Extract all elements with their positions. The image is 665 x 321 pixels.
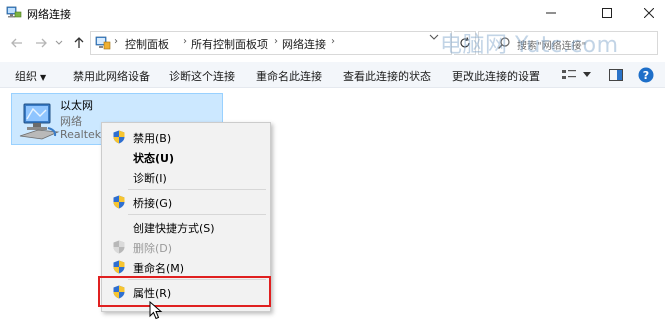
- change-settings-button[interactable]: 更改此连接的设置: [452, 68, 540, 84]
- control-panel-icon: [95, 36, 111, 50]
- organize-menu[interactable]: 组织 ▼: [15, 68, 46, 84]
- breadcrumb-all-items[interactable]: 所有控制面板项: [191, 36, 268, 52]
- breadcrumb-separator[interactable]: ›: [274, 36, 278, 47]
- breadcrumb-control-panel[interactable]: 控制面板: [125, 36, 169, 52]
- forward-button[interactable]: [32, 34, 50, 52]
- chevron-down-icon: [55, 40, 63, 45]
- view-grid-icon: [562, 70, 576, 79]
- search-placeholder: 搜索"网络连接": [517, 41, 587, 52]
- menu-item-label: 重命名(M): [133, 262, 185, 275]
- menu-item-create-shortcut[interactable]: 创建快捷方式(S): [104, 217, 268, 237]
- refresh-icon: [460, 37, 470, 48]
- arrow-left-icon: [11, 38, 22, 48]
- maximize-button[interactable]: [584, 0, 630, 26]
- help-icon[interactable]: ?: [637, 66, 655, 84]
- menu-item-delete[interactable]: 删除(D): [104, 237, 268, 257]
- menu-item-bridge[interactable]: 桥接(G): [104, 192, 268, 212]
- menu-item-status[interactable]: 状态(U): [104, 147, 268, 167]
- menu-separator: [128, 214, 266, 215]
- arrow-up-icon: [74, 37, 84, 48]
- rename-connection-button[interactable]: 重命名此连接: [256, 68, 322, 84]
- search-input[interactable]: 搜索"网络连接": [478, 31, 658, 55]
- connection-device: Realtek: [60, 128, 102, 141]
- menu-item-label: 桥接(G): [133, 197, 173, 210]
- shield-icon: [113, 130, 125, 144]
- menu-item-disable[interactable]: 禁用(B): [104, 127, 268, 147]
- address-row: › 控制面板 › 所有控制面板项 › 网络连接 › 搜索"网络连接": [0, 26, 665, 60]
- menu-item-diagnose[interactable]: 诊断(I): [104, 167, 268, 187]
- organize-label: 组织: [15, 70, 37, 83]
- shield-icon: [113, 240, 125, 254]
- network-connections-icon: [6, 6, 22, 18]
- up-button[interactable]: [70, 34, 88, 52]
- menu-item-label: 禁用(B): [133, 132, 172, 145]
- chevron-down-icon: [583, 72, 591, 77]
- preview-pane-icon[interactable]: [608, 67, 624, 83]
- window-title: 网络连接: [27, 8, 71, 21]
- minimize-icon: [546, 12, 556, 14]
- title-bar: 网络连接: [0, 0, 665, 26]
- search-icon: [498, 37, 510, 49]
- recent-locations-button[interactable]: [53, 34, 65, 52]
- shield-icon: [113, 195, 125, 209]
- menu-item-label: 诊断(I): [133, 172, 167, 185]
- back-button[interactable]: [8, 34, 26, 52]
- menu-item-label: 创建快捷方式(S): [133, 222, 215, 235]
- diagnose-connection-button[interactable]: 诊断这个连接: [169, 68, 235, 84]
- close-button[interactable]: [626, 0, 665, 26]
- svg-text:?: ?: [643, 69, 649, 82]
- connection-status: 网络: [60, 115, 82, 128]
- breadcrumb-network-connections[interactable]: 网络连接: [282, 36, 326, 52]
- minimize-button[interactable]: [528, 0, 574, 26]
- menu-item-label: 状态(U): [133, 152, 174, 165]
- menu-item-label: 删除(D): [133, 242, 173, 255]
- chevron-down-icon: ▼: [40, 73, 47, 82]
- breadcrumb-separator[interactable]: ›: [114, 36, 118, 47]
- view-status-button[interactable]: 查看此连接的状态: [343, 68, 431, 84]
- shield-icon: [113, 260, 125, 274]
- connection-name: 以太网: [60, 99, 93, 112]
- properties-highlight-box: [98, 276, 271, 307]
- menu-separator: [128, 189, 266, 190]
- menu-item-rename[interactable]: 重命名(M): [104, 257, 268, 277]
- maximize-icon: [602, 8, 612, 18]
- ethernet-adapter-icon: [19, 103, 60, 140]
- command-bar: 组织 ▼ 禁用此网络设备 诊断这个连接 重命名此连接 查看此连接的状态 更改此连接…: [0, 62, 665, 88]
- address-bar[interactable]: › 控制面板 › 所有控制面板项 › 网络连接 ›: [90, 31, 452, 55]
- refresh-button[interactable]: [454, 31, 476, 55]
- close-icon: [644, 8, 654, 18]
- arrow-right-icon: [36, 38, 47, 48]
- breadcrumb-separator[interactable]: ›: [331, 36, 335, 47]
- view-options-button[interactable]: [562, 67, 592, 83]
- address-dropdown-icon[interactable]: [428, 31, 440, 43]
- breadcrumb-separator[interactable]: ›: [183, 36, 187, 47]
- mouse-pointer-icon: [149, 301, 163, 320]
- disable-device-button[interactable]: 禁用此网络设备: [73, 68, 150, 84]
